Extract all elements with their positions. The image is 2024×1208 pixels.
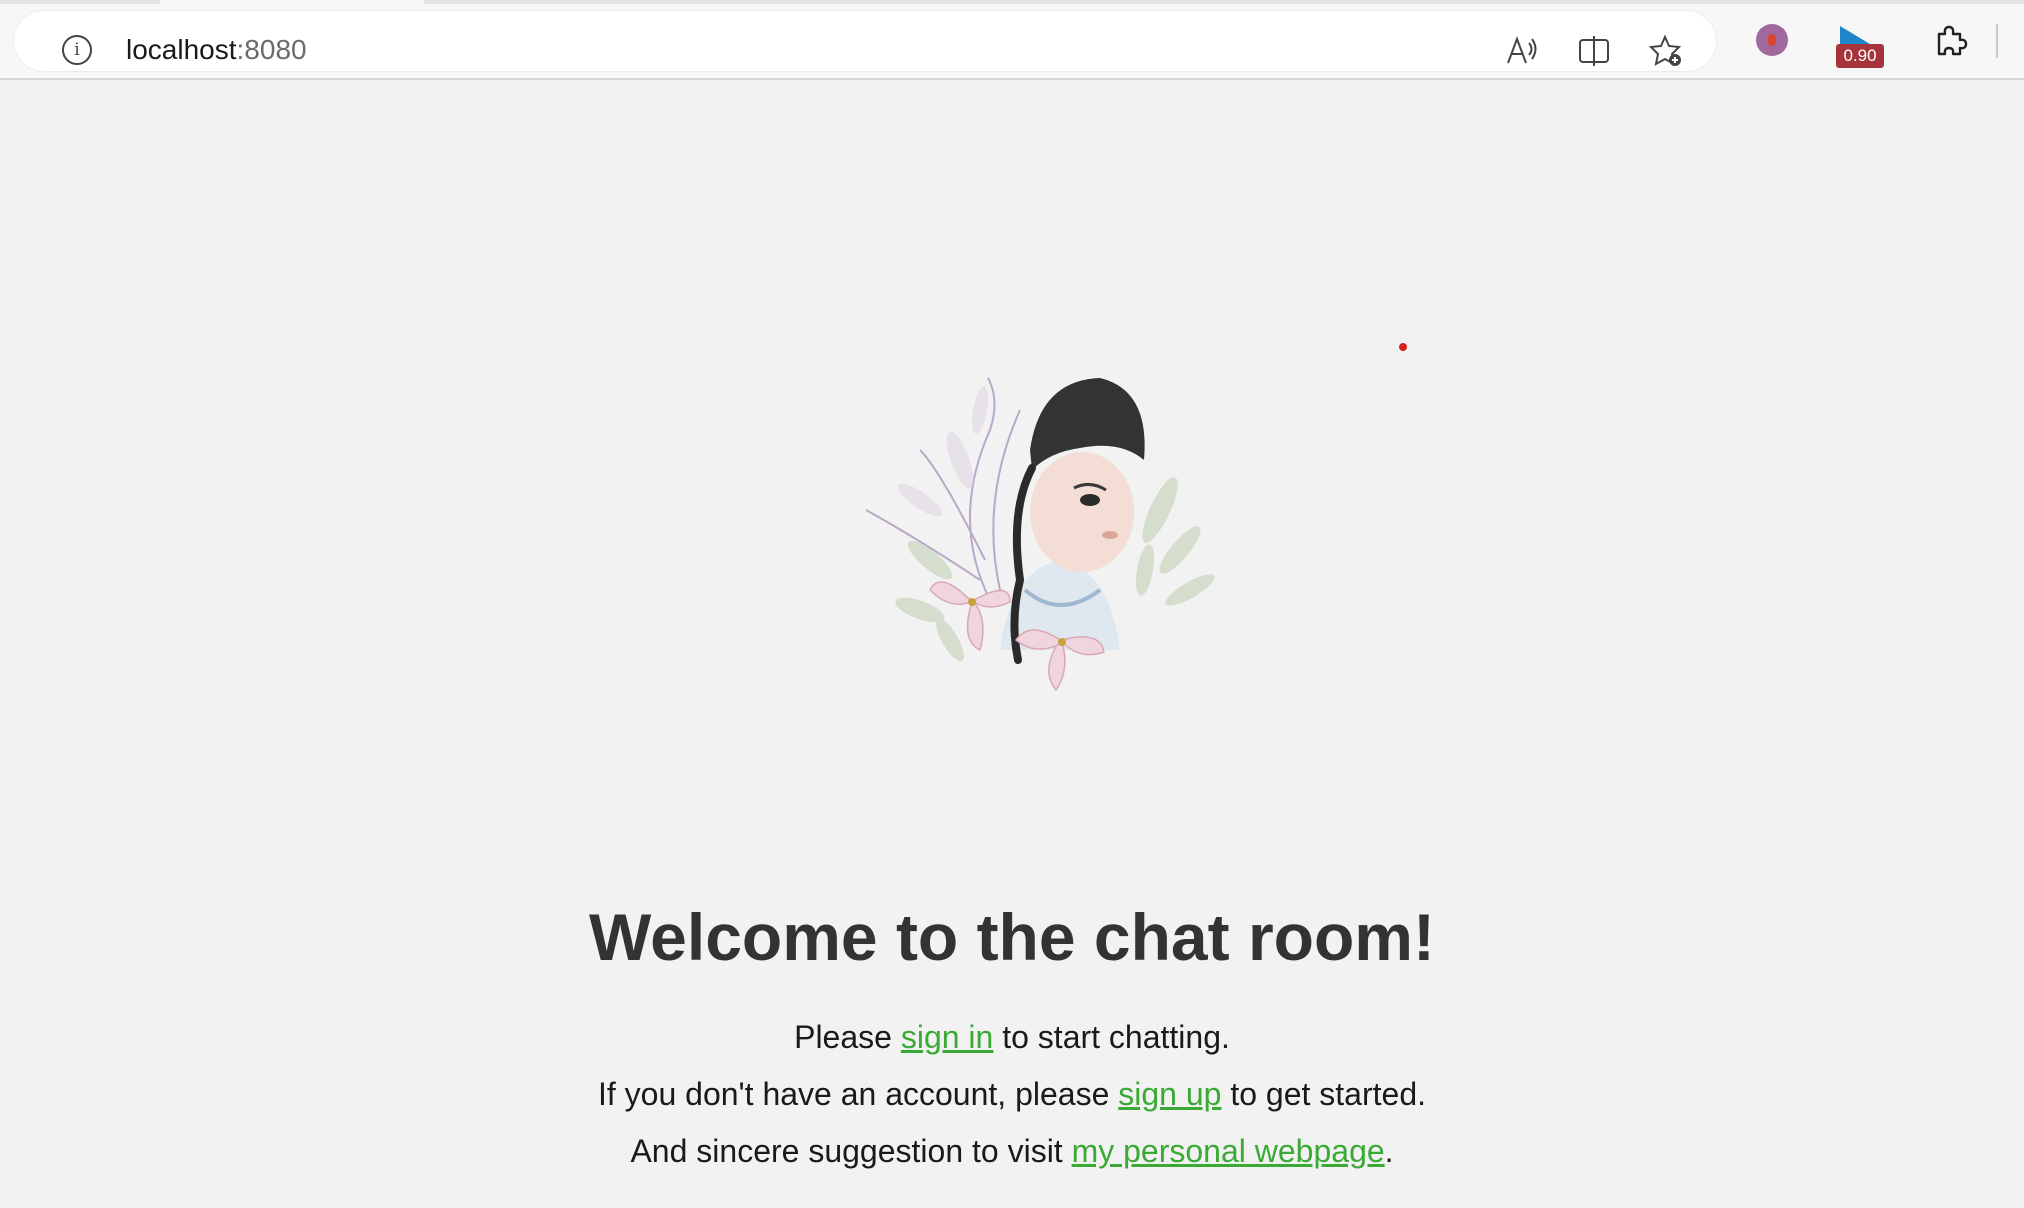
tab-strip [0, 0, 2024, 4]
favorite-add-icon[interactable] [1648, 33, 1684, 69]
toolbar-divider [1996, 24, 1998, 58]
url-text[interactable]: localhost:8080 [126, 33, 307, 67]
signin-line-before: Please [794, 1019, 901, 1055]
welcome-heading: Welcome to the chat room! [589, 900, 1435, 974]
address-bar[interactable]: i localhost:8080 [14, 11, 1716, 71]
extensions-puzzle-icon[interactable] [1932, 22, 1968, 58]
info-icon[interactable]: i [62, 35, 92, 65]
sign-in-link[interactable]: sign in [901, 1019, 994, 1055]
read-aloud-icon[interactable] [1504, 33, 1540, 69]
sign-up-link[interactable]: sign up [1118, 1076, 1221, 1112]
personal-webpage-link[interactable]: my personal webpage [1072, 1133, 1385, 1169]
split-screen-icon[interactable] [1576, 33, 1612, 69]
flag-shape [1840, 26, 1870, 44]
url-port: :8080 [236, 34, 307, 65]
webpage-line-before: And sincere suggestion to visit [630, 1133, 1072, 1169]
url-host: localhost [126, 34, 237, 65]
webpage-line-after: . [1384, 1133, 1394, 1169]
red-dot [1399, 343, 1407, 351]
extension-badge: 0.90 [1836, 44, 1884, 68]
webpage-line: And sincere suggestion to visit my perso… [0, 1131, 2024, 1171]
page-content: Welcome to the chat room! Please sign in… [0, 80, 2024, 1208]
signup-line-before: If you don't have an account, please [598, 1076, 1119, 1112]
profile-extension-icon[interactable] [1756, 24, 1788, 56]
signin-line: Please sign in to start chatting. [0, 1017, 2024, 1057]
signin-line-after: to start chatting. [993, 1019, 1230, 1055]
signup-line: If you don't have an account, please sig… [0, 1074, 2024, 1114]
browser-toolbar: i localhost:8080 0.90 [0, 0, 2024, 80]
hero-illustration [860, 340, 1220, 700]
active-tab[interactable] [160, 0, 424, 4]
signup-line-after: to get started. [1221, 1076, 1426, 1112]
flag-extension-icon[interactable]: 0.90 [1836, 24, 1884, 70]
